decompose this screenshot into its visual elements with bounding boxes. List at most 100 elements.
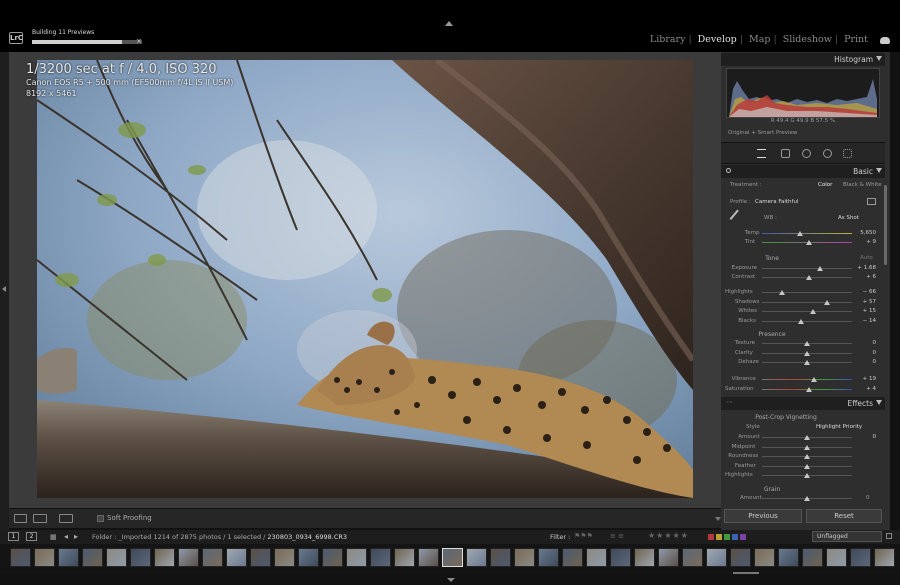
effects-visibility-icon[interactable]: ◦◦ xyxy=(726,400,733,406)
filmstrip-thumbnail[interactable] xyxy=(634,548,655,567)
basic-visibility-icon[interactable] xyxy=(726,168,731,173)
slider-value-texture[interactable]: 0 xyxy=(852,340,877,346)
slider-knob[interactable] xyxy=(811,377,818,382)
secondary-window-button[interactable]: 2 xyxy=(26,532,37,541)
cancel-build-icon[interactable]: × xyxy=(136,37,142,45)
rating-filter[interactable]: ★★★★★ xyxy=(648,531,689,540)
grain-amount-slider[interactable] xyxy=(762,496,852,501)
vignette-style-dropdown[interactable]: Highlight Priority xyxy=(816,424,862,430)
slider-midpoint[interactable] xyxy=(762,444,852,450)
filmstrip-thumbnail[interactable] xyxy=(850,548,871,567)
slider-knob[interactable] xyxy=(797,318,804,324)
edit-sliders-icon[interactable] xyxy=(757,149,766,158)
slider-exposure[interactable] xyxy=(762,266,852,271)
filmstrip-thumbnail[interactable] xyxy=(274,548,295,567)
filmstrip-thumbnail[interactable] xyxy=(610,548,631,567)
reset-button[interactable]: Reset xyxy=(806,509,882,523)
top-panel-toggle-icon[interactable] xyxy=(445,21,453,26)
slider-value-temp[interactable]: 5,650 xyxy=(852,230,876,236)
slider-feather[interactable] xyxy=(762,463,852,469)
wb-preset-dropdown[interactable]: As Shot xyxy=(838,215,859,221)
filmstrip-thumbnail[interactable] xyxy=(730,548,751,567)
filmstrip-thumbnail[interactable] xyxy=(562,548,583,567)
slider-value-whites[interactable]: + 15 xyxy=(852,308,876,314)
filmstrip-thumbnail[interactable] xyxy=(106,548,127,567)
color-label-swatch[interactable] xyxy=(716,534,722,540)
slider-knob[interactable] xyxy=(804,496,810,501)
filmstrip-thumbnail[interactable] xyxy=(226,548,247,567)
filmstrip-thumbnail[interactable] xyxy=(682,548,703,567)
slider-value-amount[interactable]: 0 xyxy=(852,434,877,440)
module-print[interactable]: Print xyxy=(844,34,868,45)
slider-knob[interactable] xyxy=(778,290,785,295)
filmstrip-thumbnail[interactable] xyxy=(874,548,895,567)
filmstrip-scrollbar[interactable] xyxy=(733,572,759,574)
module-develop[interactable]: Develop xyxy=(698,34,737,45)
filmstrip-thumbnail[interactable] xyxy=(10,548,31,567)
crop-icon[interactable] xyxy=(781,149,790,158)
red-eye-icon[interactable] xyxy=(823,149,832,158)
soft-proofing-checkbox[interactable] xyxy=(97,515,104,522)
slider-tint[interactable] xyxy=(762,240,852,245)
slider-highlights[interactable] xyxy=(762,473,852,478)
cloud-sync-icon[interactable] xyxy=(880,37,890,44)
basic-header[interactable]: Basic xyxy=(721,165,885,178)
module-library[interactable]: Library xyxy=(650,34,686,45)
photo-preview[interactable] xyxy=(37,60,693,498)
slider-knob[interactable] xyxy=(804,463,810,469)
slider-knob[interactable] xyxy=(823,299,830,305)
filmstrip-thumbnail[interactable] xyxy=(418,548,439,567)
filmstrip-thumbnail[interactable] xyxy=(346,548,367,567)
filmstrip-thumbnail[interactable] xyxy=(82,548,103,567)
main-window-button[interactable]: 1 xyxy=(8,532,19,541)
filmstrip-thumbnail[interactable] xyxy=(394,548,415,567)
filmstrip-thumbnail[interactable] xyxy=(322,548,343,567)
filmstrip-thumbnail[interactable] xyxy=(178,548,199,567)
filmstrip-thumbnail[interactable] xyxy=(826,548,847,567)
filmstrip-thumbnail[interactable] xyxy=(154,548,175,567)
slider-knob[interactable] xyxy=(810,309,817,314)
bottom-panel-toggle-icon[interactable] xyxy=(447,578,455,582)
color-label-swatch[interactable] xyxy=(708,534,714,540)
flag-filter-icon[interactable]: ⚑⚑⚑ xyxy=(574,532,593,540)
slider-temp[interactable] xyxy=(762,231,852,236)
slider-knob[interactable] xyxy=(804,454,810,459)
treatment-bw-option[interactable]: Black & White xyxy=(843,182,882,188)
masking-icon[interactable] xyxy=(843,149,852,158)
slider-roundness[interactable] xyxy=(762,454,852,459)
filmstrip-thumbnail[interactable] xyxy=(34,548,55,567)
slider-shadows[interactable] xyxy=(762,299,852,305)
filmstrip-thumbnail[interactable] xyxy=(466,548,487,567)
filmstrip-thumbnail[interactable] xyxy=(370,548,391,567)
slider-value-clarity[interactable]: 0 xyxy=(852,350,877,356)
slider-knob[interactable] xyxy=(804,350,810,356)
slider-knob[interactable] xyxy=(796,231,803,236)
filmstrip-thumbnail[interactable] xyxy=(706,548,727,567)
slider-knob[interactable] xyxy=(804,473,810,478)
slider-clarity[interactable] xyxy=(762,350,852,356)
slider-knob[interactable] xyxy=(805,240,812,245)
filter-lock-icon[interactable] xyxy=(886,533,892,539)
slider-value-saturation[interactable]: + 4 xyxy=(852,386,876,392)
color-label-swatch[interactable] xyxy=(724,534,730,540)
filmstrip-thumbnail[interactable] xyxy=(538,548,559,567)
slider-knob[interactable] xyxy=(805,386,812,392)
slider-highlights[interactable] xyxy=(762,290,852,295)
effects-header[interactable]: Effects xyxy=(721,397,885,410)
back-arrow-icon[interactable]: ◂ xyxy=(64,532,68,541)
right-panel-scrollbar[interactable] xyxy=(884,185,887,265)
slider-value-highlights[interactable]: − 66 xyxy=(852,289,876,295)
slider-value-dehaze[interactable]: 0 xyxy=(852,359,877,365)
slider-whites[interactable] xyxy=(762,309,852,314)
slider-value-blacks[interactable]: − 14 xyxy=(852,318,876,324)
filmstrip-thumbnail[interactable] xyxy=(514,548,535,567)
filmstrip-thumbnail[interactable] xyxy=(442,548,463,567)
filmstrip-thumbnail[interactable] xyxy=(754,548,775,567)
loupe-view-icon[interactable] xyxy=(14,514,27,523)
slider-saturation[interactable] xyxy=(762,386,852,392)
grain-amount-value[interactable]: 0 xyxy=(866,495,870,501)
slider-dehaze[interactable] xyxy=(762,360,852,365)
color-label-swatch[interactable] xyxy=(732,534,738,540)
slider-knob[interactable] xyxy=(805,275,812,280)
filmstrip-thumbnail[interactable] xyxy=(778,548,799,567)
